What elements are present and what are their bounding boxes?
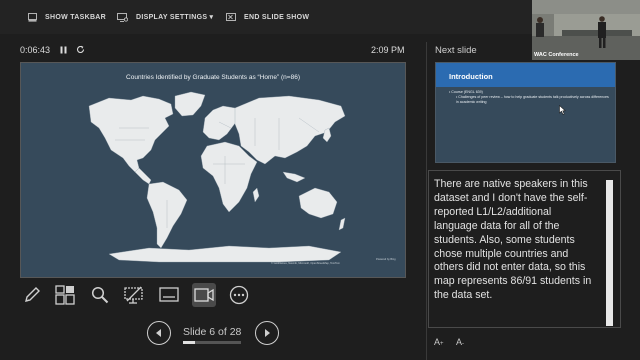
camera-icon xyxy=(194,288,214,302)
map-antarctica xyxy=(108,245,342,263)
end-slide-show-button[interactable]: END SLIDE SHOW xyxy=(226,10,309,24)
subtitles-icon xyxy=(159,287,179,302)
map-central-america xyxy=(134,167,152,185)
map-greenland xyxy=(174,91,206,117)
slide-title: Countries Identified by Graduate Student… xyxy=(126,74,300,81)
show-taskbar-button[interactable]: SHOW TASKBAR xyxy=(28,10,106,24)
zoom-button[interactable] xyxy=(88,283,112,307)
map-indonesia xyxy=(282,171,306,183)
map-new-zealand xyxy=(338,217,346,231)
show-taskbar-label: SHOW TASKBAR xyxy=(45,13,107,21)
next-slide-subbullet: • Challenges of peer review – how to hel… xyxy=(456,95,609,104)
conference-room-image xyxy=(532,0,640,60)
current-slide: Countries Identified by Graduate Student… xyxy=(20,62,406,278)
pointer-screen-button[interactable] xyxy=(122,283,146,307)
next-slide-preview[interactable]: Introduction • Course (ENGL 639) • Chall… xyxy=(435,62,616,163)
next-slide-label: Next slide xyxy=(435,45,477,56)
increase-font-button[interactable]: A+ xyxy=(434,337,444,347)
restart-timer-icon[interactable] xyxy=(76,45,85,54)
taskbar-icon xyxy=(28,12,37,21)
display-settings-button[interactable]: DISPLAY SETTINGS ▾ xyxy=(117,10,213,24)
elapsed-timer: 0:06:43 xyxy=(20,45,51,55)
conference-label: WAC Conference xyxy=(534,52,579,58)
map-powered-by: Powered by Bing xyxy=(376,258,396,261)
map-madagascar xyxy=(252,187,260,203)
map-north-america xyxy=(88,95,174,173)
next-slide-bullet: • Course (ENGL 639) xyxy=(449,90,483,94)
notes-scrollbar[interactable] xyxy=(606,180,613,326)
mouse-cursor-icon xyxy=(559,105,566,115)
slide-counter[interactable]: Slide 6 of 28 xyxy=(183,326,241,338)
pause-timer-icon[interactable] xyxy=(60,46,67,54)
chevron-left-icon xyxy=(156,329,161,337)
slide-progress-bar xyxy=(183,341,241,344)
next-slide-title: Introduction xyxy=(436,63,615,87)
more-options-icon xyxy=(229,285,249,305)
end-show-icon xyxy=(226,12,236,21)
display-settings-label: DISPLAY SETTINGS ▾ xyxy=(136,14,214,21)
slide-grid-icon xyxy=(55,285,75,305)
map-africa xyxy=(200,141,258,213)
next-slide-button[interactable] xyxy=(255,321,279,345)
slide-progress-fill xyxy=(183,341,196,344)
speaker-notes-text: There are native speakers in this datase… xyxy=(434,178,592,302)
slide-tools xyxy=(20,283,260,307)
pen-tool-button[interactable] xyxy=(20,283,44,307)
conference-video-overlay: WAC Conference xyxy=(532,0,640,60)
previous-slide-button[interactable] xyxy=(147,321,171,345)
map-attribution: © GeoNames, Navinfo, Microsoft, OpenStre… xyxy=(271,262,340,265)
subtitles-button[interactable] xyxy=(157,283,181,307)
see-all-slides-button[interactable] xyxy=(53,283,77,307)
monitor-settings-icon xyxy=(117,12,128,22)
camera-button[interactable] xyxy=(192,283,216,307)
panel-divider[interactable] xyxy=(426,42,427,360)
current-clock: 2:09 PM xyxy=(371,45,405,55)
end-slide-show-label: END SLIDE SHOW xyxy=(244,13,310,21)
zoom-icon xyxy=(91,286,109,304)
chevron-right-icon xyxy=(265,329,270,337)
pen-icon xyxy=(25,287,40,302)
map-australia xyxy=(298,187,338,219)
world-map xyxy=(88,91,346,263)
more-options-button[interactable] xyxy=(227,283,251,307)
decrease-font-button[interactable]: A- xyxy=(456,337,464,347)
pointer-screen-icon xyxy=(124,286,143,304)
